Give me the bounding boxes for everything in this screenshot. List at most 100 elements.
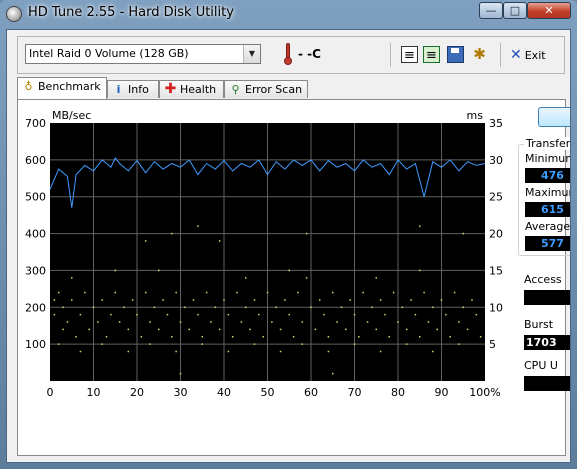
tab-health[interactable]: ✚ Health xyxy=(159,80,224,98)
left-tick-label: 300 xyxy=(25,264,46,277)
access-time-point xyxy=(218,328,221,331)
transfer-rate-group: Transfer Minimum 476 Maximum 615 Average… xyxy=(518,137,571,256)
toolbar-divider xyxy=(390,43,391,67)
access-time-point xyxy=(149,343,151,345)
copy-text-icon[interactable]: ≡ xyxy=(401,46,418,63)
access-time-point xyxy=(440,299,443,301)
access-time-point xyxy=(453,291,456,294)
access-time-point xyxy=(419,336,421,338)
access-time-point xyxy=(253,299,256,301)
access-time-point xyxy=(71,299,73,301)
save-icon[interactable] xyxy=(447,46,464,63)
access-time-point xyxy=(362,291,364,294)
access-time-point xyxy=(101,343,103,345)
health-cross-icon: ✚ xyxy=(164,81,177,97)
magnifier-icon: ⚲ xyxy=(231,83,240,96)
access-time-point xyxy=(127,350,130,353)
access-time-point xyxy=(179,372,182,375)
tab-benchmark[interactable]: ♁ Benchmark xyxy=(17,77,107,99)
access-time-point xyxy=(405,328,408,331)
cpu-usage-label: CPU U xyxy=(524,359,558,372)
access-time-point xyxy=(427,321,430,323)
close-button[interactable]: ✕ xyxy=(527,2,571,19)
options-icon[interactable]: ✱ xyxy=(471,46,488,63)
average-label: Average xyxy=(525,220,571,233)
x-tick-label: 80 xyxy=(391,386,405,399)
access-time-point xyxy=(57,291,60,294)
right-tick-label: 25 xyxy=(489,191,503,204)
access-time-point xyxy=(227,313,230,316)
access-time-point xyxy=(414,313,417,316)
tab-health-label: Health xyxy=(180,83,217,96)
access-time-point xyxy=(388,336,391,338)
left-tick-label: 600 xyxy=(25,154,46,167)
left-axis-unit: MB/sec xyxy=(52,109,91,122)
benchmark-chart: MB/sec ms70060050040030020010035302520151… xyxy=(25,109,503,399)
access-time-point xyxy=(423,291,425,294)
right-tick-label: 10 xyxy=(489,301,503,314)
burst-rate-label: Burst xyxy=(524,318,554,331)
exit-button[interactable]: ✕ Exit xyxy=(510,43,558,67)
access-time-point xyxy=(371,306,373,309)
copy-screenshot-icon[interactable]: ≡ xyxy=(423,46,440,63)
chevron-down-icon[interactable]: ▼ xyxy=(243,45,260,63)
access-time-point xyxy=(462,232,464,235)
access-time-point xyxy=(379,299,382,301)
client-area: Intel Raid 0 Volume (128 GB) ▼ - -C ≡ ≡ … xyxy=(6,29,571,463)
minimize-button[interactable]: — xyxy=(479,2,503,19)
access-time-point xyxy=(419,269,421,272)
tab-error-scan[interactable]: ⚲ Error Scan xyxy=(224,80,308,98)
access-time-point xyxy=(340,306,343,309)
access-time-point xyxy=(479,336,482,338)
title-bar[interactable]: HD Tune 2.55 - Hard Disk Utility — □ ✕ xyxy=(0,0,577,28)
access-time-point xyxy=(245,306,247,309)
left-tick-label: 400 xyxy=(25,228,46,241)
tab-benchmark-label: Benchmark xyxy=(38,80,101,93)
access-time-point xyxy=(197,225,199,227)
drive-select[interactable]: Intel Raid 0 Volume (128 GB) ▼ xyxy=(25,44,261,64)
access-time-point xyxy=(279,328,282,331)
access-time-point xyxy=(131,299,134,301)
access-time-point xyxy=(462,306,464,309)
transfer-group-title: Transfer xyxy=(524,137,571,150)
benchmark-results: Transfer Minimum 476 Maximum 615 Average… xyxy=(514,100,571,455)
access-time-point xyxy=(310,306,312,309)
access-time-point xyxy=(279,350,282,353)
access-time-point xyxy=(318,299,321,301)
access-time-point xyxy=(140,336,143,338)
access-time-point xyxy=(458,321,460,323)
access-time-point xyxy=(192,299,195,301)
tab-info-label: Info xyxy=(128,83,149,96)
access-time-point xyxy=(92,306,95,309)
x-tick-label: 60 xyxy=(304,386,318,399)
minimum-label: Minimum xyxy=(525,152,571,165)
access-time-point xyxy=(205,291,208,294)
access-time-point xyxy=(349,299,351,301)
access-time-point xyxy=(105,336,108,338)
maximum-value: 615 xyxy=(525,202,570,217)
access-time-point xyxy=(153,306,156,309)
right-tick-label: 20 xyxy=(489,228,503,241)
access-time-point xyxy=(449,336,451,338)
access-time-point xyxy=(345,328,347,331)
access-time-point xyxy=(301,343,304,345)
access-time-point xyxy=(332,372,334,375)
access-time-point xyxy=(275,306,277,309)
access-time-point xyxy=(262,336,264,338)
access-time-point xyxy=(288,269,290,272)
access-time-point xyxy=(53,313,56,316)
access-time-point xyxy=(123,306,125,309)
left-tick-label: 500 xyxy=(25,191,46,204)
right-axis-unit: ms xyxy=(467,109,484,122)
maximum-label: Maximum xyxy=(525,186,570,199)
access-time-point xyxy=(118,321,121,323)
left-tick-label: 200 xyxy=(25,301,46,314)
access-time-point xyxy=(432,306,434,309)
access-time-point xyxy=(79,313,82,316)
tab-info[interactable]: i Info xyxy=(107,80,159,98)
maximize-button[interactable]: □ xyxy=(503,2,527,19)
access-time-point xyxy=(240,321,243,323)
start-button[interactable] xyxy=(538,107,570,127)
right-tick-label: 30 xyxy=(489,154,503,167)
access-time-point xyxy=(384,313,386,316)
